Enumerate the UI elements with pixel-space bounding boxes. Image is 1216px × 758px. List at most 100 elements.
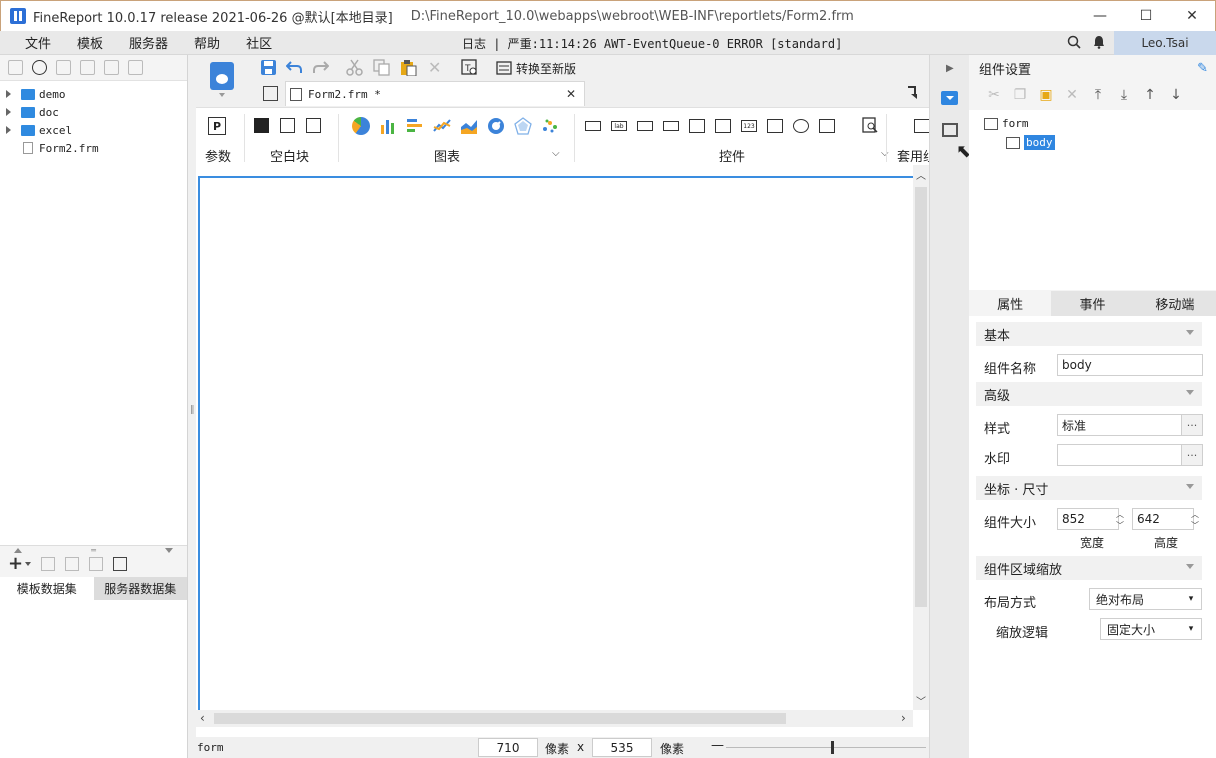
menu-file[interactable]: 文件	[12, 33, 64, 52]
zoom-slider-track[interactable]	[726, 747, 926, 748]
tree-node-body[interactable]: body	[1006, 135, 1055, 150]
textarea-widget-icon[interactable]	[767, 119, 783, 133]
chevron-down-icon[interactable]: ▾	[1181, 619, 1201, 639]
paste-icon[interactable]	[400, 59, 417, 76]
preview-icon[interactable]	[89, 557, 104, 571]
delete-icon[interactable]: ✕	[428, 58, 441, 77]
grid-icon[interactable]	[263, 86, 278, 101]
width-spinner[interactable]: ︿ ﹀	[1112, 509, 1128, 530]
component-height-input[interactable]: 642	[1132, 508, 1194, 530]
canvas-height-field[interactable]: 535	[592, 738, 652, 757]
chevron-down-icon[interactable]	[1186, 564, 1194, 569]
tree-item-form2[interactable]: Form2.frm	[0, 139, 187, 157]
chevron-down-icon[interactable]: ⌵	[552, 148, 560, 159]
move-top-icon[interactable]: ⤒	[1090, 87, 1106, 103]
menu-community[interactable]: 社区	[233, 33, 285, 52]
section-coords[interactable]: 坐标 · 尺寸	[976, 476, 1202, 500]
close-tab-icon[interactable]: ✕	[566, 87, 576, 101]
tab-server-dataset[interactable]: 服务器数据集	[93, 577, 187, 600]
close-window-button[interactable]: ✕	[1169, 1, 1215, 31]
chevron-down-icon[interactable]: ⌵	[881, 148, 889, 159]
radar-chart-icon[interactable]	[514, 117, 532, 135]
height-spinner[interactable]: ︿ ﹀	[1187, 509, 1203, 530]
horizontal-scroll-thumb[interactable]	[214, 713, 786, 724]
save-icon[interactable]	[260, 59, 277, 76]
widget-layout-icon[interactable]	[942, 123, 958, 137]
cut-icon[interactable]	[346, 59, 363, 76]
settings-icon[interactable]	[80, 60, 95, 75]
delete-icon[interactable]: ✕	[1064, 87, 1080, 103]
tree-node-form[interactable]: form	[984, 117, 1029, 130]
radio-widget-icon[interactable]	[793, 119, 809, 133]
bar-chart-icon[interactable]	[379, 117, 397, 135]
section-advanced[interactable]: 高级	[976, 382, 1202, 406]
delete-icon[interactable]	[104, 60, 119, 75]
checkbox-widget-icon[interactable]	[819, 119, 835, 133]
watermark-edit-button[interactable]: ···	[1181, 444, 1203, 466]
canvas-width-field[interactable]: 710	[478, 738, 538, 757]
splitter-grip-icon[interactable]: ‖	[190, 405, 195, 415]
zoom-out-button[interactable]: —	[711, 738, 724, 753]
tree-item-demo[interactable]: demo	[0, 85, 187, 103]
style-edit-button[interactable]: ···	[1181, 414, 1203, 436]
date-widget-icon[interactable]	[715, 119, 731, 133]
paste-icon[interactable]: ▣	[1038, 87, 1054, 103]
redo-icon[interactable]	[312, 59, 329, 75]
chevron-down-icon[interactable]	[219, 93, 225, 97]
watermark-input[interactable]	[1057, 444, 1182, 466]
edit-icon[interactable]	[41, 557, 56, 571]
expand-arrow-icon[interactable]	[6, 90, 11, 98]
add-dropdown-icon[interactable]	[25, 562, 32, 566]
menu-template[interactable]: 模板	[64, 33, 116, 52]
component-name-input[interactable]: body	[1057, 354, 1203, 376]
menu-server[interactable]: 服务器	[116, 33, 181, 52]
gauge-chart-icon[interactable]	[487, 117, 505, 135]
tab-mobile[interactable]: 移动端	[1134, 291, 1216, 316]
copy-icon[interactable]: ❐	[1012, 87, 1028, 103]
list-widget-icon[interactable]	[689, 119, 705, 133]
grip-icon[interactable]: ═	[91, 546, 96, 555]
move-bottom-icon[interactable]: ⤓	[1116, 87, 1132, 103]
vertical-scroll-thumb[interactable]	[915, 187, 927, 607]
scatter-chart-icon[interactable]	[541, 117, 559, 135]
param-icon[interactable]: P	[208, 117, 226, 135]
chevron-up-icon[interactable]: ︿	[1116, 509, 1124, 520]
user-account[interactable]: Leo.Tsai	[1114, 31, 1216, 55]
component-width-input[interactable]: 852	[1057, 508, 1119, 530]
collapse-icon[interactable]	[907, 86, 919, 100]
hbar-chart-icon[interactable]	[406, 117, 424, 135]
open-icon[interactable]	[56, 60, 71, 75]
zoom-slider-thumb[interactable]	[831, 741, 834, 754]
dataset-edit-icon[interactable]	[113, 557, 128, 571]
style-input[interactable]: 标准	[1057, 414, 1182, 436]
panel-grip[interactable]: ═	[0, 546, 187, 555]
pin-icon[interactable]: ✎	[1197, 61, 1208, 76]
chevron-down-icon[interactable]: ▾	[1181, 589, 1201, 609]
move-down-icon[interactable]: ↓	[1168, 87, 1184, 103]
search-icon[interactable]	[1067, 35, 1081, 49]
scroll-left-icon[interactable]: ‹	[200, 711, 205, 725]
text-widget-icon[interactable]: lab	[611, 121, 627, 131]
scale-select[interactable]: 固定大小 ▾	[1100, 618, 1202, 640]
split-layout-icon[interactable]	[280, 118, 295, 133]
log-message[interactable]: 日志 | 严重:11:14:26 AWT-EventQueue-0 ERROR …	[462, 35, 842, 52]
move-up-icon[interactable]: ↑	[1142, 87, 1158, 103]
number-widget-icon[interactable]: 123	[741, 120, 757, 132]
collapse-up-icon[interactable]	[14, 547, 22, 553]
chevron-down-icon[interactable]	[1186, 484, 1194, 489]
tab-form2[interactable]: Form2.frm * ✕	[285, 81, 585, 106]
cut-icon[interactable]: ✂	[986, 87, 1002, 103]
add-dataset-icon[interactable]: +	[8, 555, 23, 573]
template-layout-icon[interactable]	[914, 119, 929, 133]
pie-chart-icon[interactable]	[352, 117, 370, 135]
maximize-button[interactable]: ☐	[1123, 1, 1169, 31]
find-replace-icon[interactable]: T	[461, 59, 478, 76]
chevron-down-icon[interactable]	[1186, 330, 1194, 335]
undo-icon[interactable]	[286, 59, 303, 75]
area-chart-icon[interactable]	[460, 117, 478, 135]
line-chart-icon[interactable]	[433, 117, 451, 135]
search-widget-icon[interactable]	[862, 117, 878, 133]
blank-block-icon[interactable]	[254, 118, 269, 133]
dropdown-widget-icon[interactable]	[663, 121, 679, 131]
minimize-button[interactable]: —	[1077, 1, 1123, 31]
